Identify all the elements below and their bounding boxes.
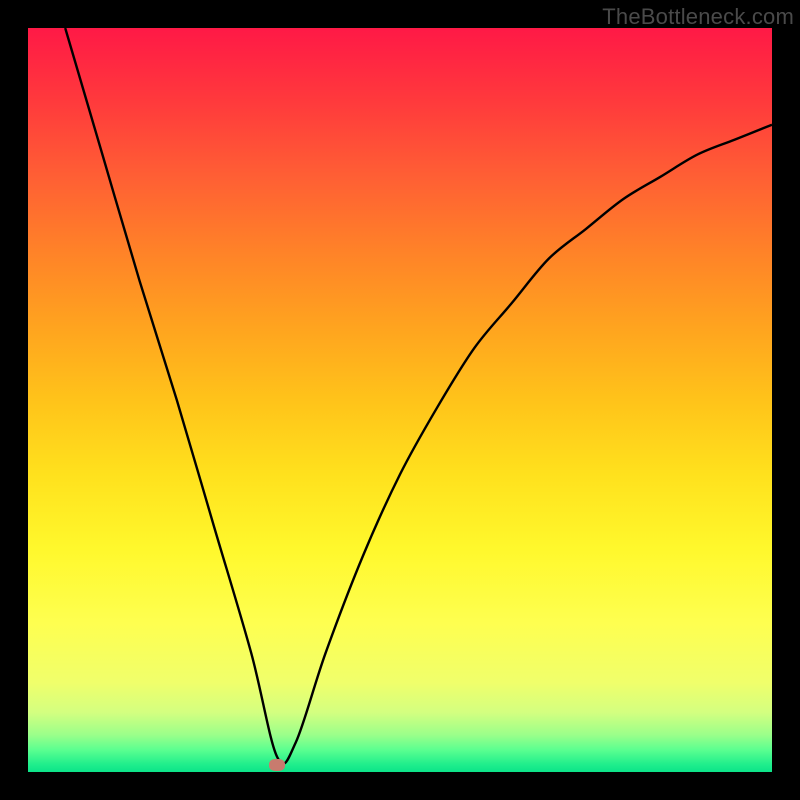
bottleneck-curve bbox=[65, 28, 772, 764]
chart-curve-layer bbox=[28, 28, 772, 772]
marker-dot bbox=[269, 759, 285, 771]
watermark-text: TheBottleneck.com bbox=[602, 4, 794, 30]
chart-frame: TheBottleneck.com bbox=[0, 0, 800, 800]
